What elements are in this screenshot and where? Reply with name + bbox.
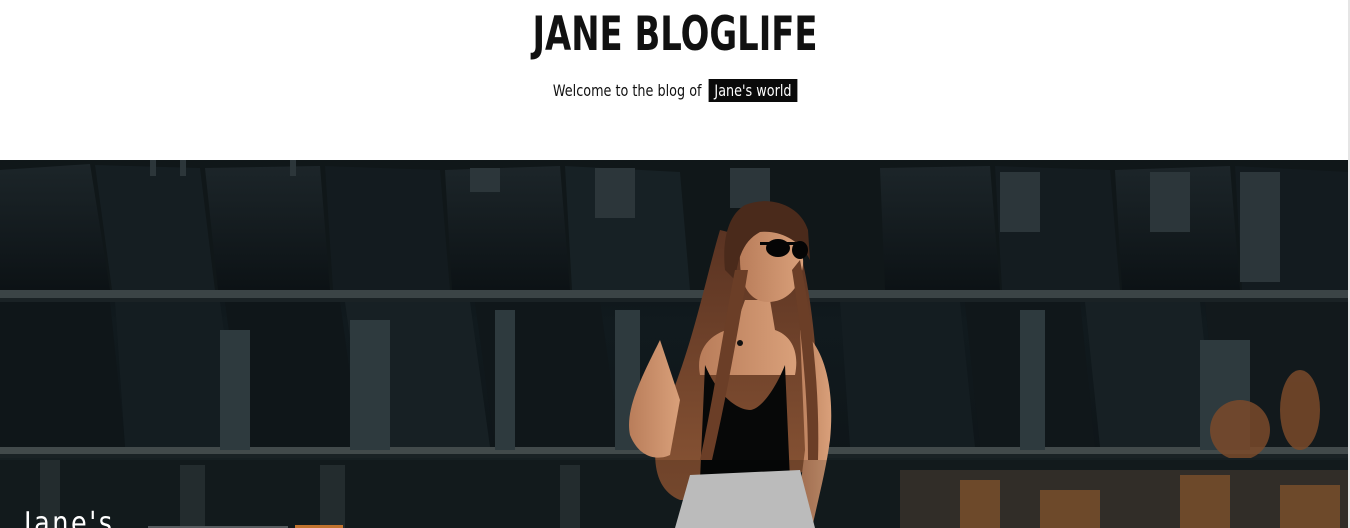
- tagline-text: Welcome to the blog of: [552, 81, 702, 100]
- hero-banner[interactable]: Jane's: [0, 160, 1350, 528]
- upper-plates: [0, 160, 1350, 290]
- hero-photo-icon: [0, 160, 1350, 528]
- hero-caption[interactable]: Jane's: [24, 504, 115, 528]
- site-header: JANE BLOGLIFE Welcome to the blog of Jan…: [0, 0, 1350, 160]
- site-tagline: Welcome to the blog of Jane's world: [135, 79, 1215, 102]
- tagline-highlight: Jane's world: [708, 79, 798, 102]
- site-title[interactable]: JANE BLOGLIFE: [189, 6, 1161, 64]
